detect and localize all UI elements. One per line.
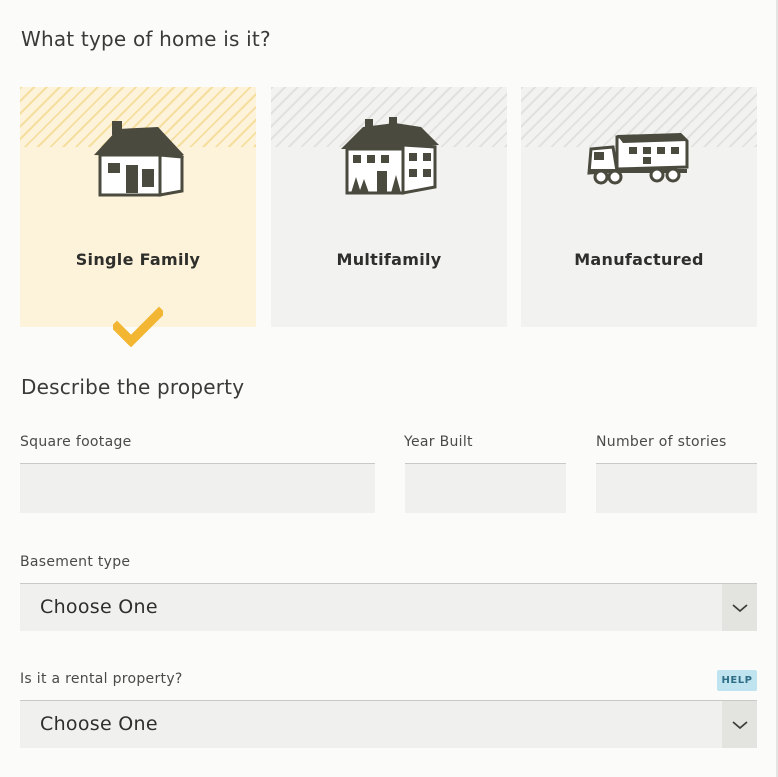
basement-dropdown-toggle[interactable] [722,584,757,631]
home-type-label: Multifamily [336,250,442,269]
year-built-input[interactable] [405,463,566,513]
square-footage-input[interactable] [20,463,375,513]
multifamily-house-icon [341,117,439,195]
manufactured-home-truck-icon [587,133,689,185]
rental-dropdown-toggle[interactable] [722,701,757,748]
basement-type-value: Choose One [40,596,158,618]
home-type-heading: What type of home is it? [21,27,271,51]
rental-property-value: Choose One [40,713,158,735]
number-of-stories-input[interactable] [596,463,757,513]
chevron-down-icon [732,604,748,613]
number-of-stories-label: Number of stories [596,434,727,450]
checkmark-icon [113,306,163,347]
help-button[interactable]: HELP [717,670,757,691]
home-type-option-multifamily[interactable]: Multifamily [271,87,507,327]
rental-property-select[interactable]: Choose One [20,700,757,748]
home-type-option-single-family[interactable]: Single Family [20,87,256,327]
square-footage-label: Square footage [20,434,132,450]
home-type-label: Manufactured [574,250,704,269]
single-family-house-icon [94,121,184,197]
property-heading: Describe the property [21,375,245,399]
basement-type-label: Basement type [20,554,131,570]
year-built-label: Year Built [404,434,473,450]
basement-type-select[interactable]: Choose One [20,583,757,631]
chevron-down-icon [732,721,748,730]
home-type-label: Single Family [75,250,201,269]
rental-property-label: Is it a rental property? [20,671,183,687]
home-type-option-manufactured[interactable]: Manufactured [521,87,757,327]
